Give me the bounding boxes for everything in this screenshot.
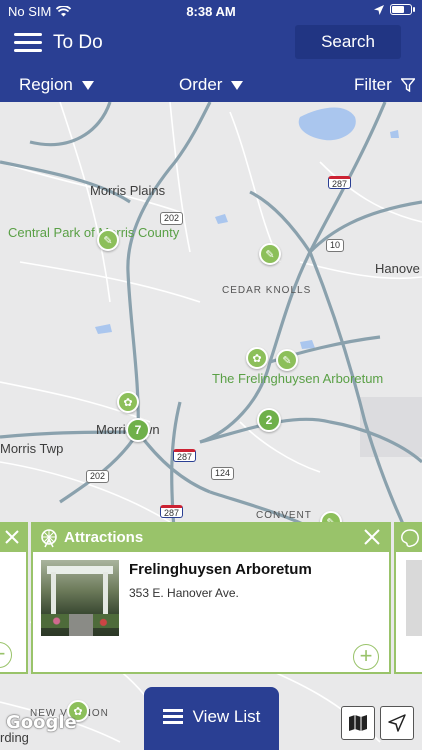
menu-icon[interactable] — [14, 32, 42, 54]
map-label-convent: CONVENT — [256, 510, 312, 521]
location-arrow-icon — [388, 714, 406, 732]
route-shield: 202 — [160, 212, 184, 225]
add-button[interactable]: + — [353, 644, 379, 670]
region-dropdown[interactable]: Region — [19, 75, 94, 95]
nav-bar: To Do Search — [0, 22, 422, 68]
place-name[interactable]: Frelinghuysen Arboretum — [129, 561, 312, 578]
page-title: To Do — [53, 32, 103, 53]
card-next[interactable] — [394, 522, 422, 674]
ferris-wheel-icon — [41, 529, 57, 548]
view-list-button[interactable]: View List — [144, 687, 279, 750]
chevron-down-icon — [81, 80, 94, 90]
place-card[interactable]: Attractions Frelinghuysen Arboretum 353 … — [31, 522, 391, 674]
funnel-icon — [400, 78, 415, 92]
palette-icon — [401, 529, 419, 548]
status-right — [374, 4, 415, 15]
route-shield: 287 — [328, 176, 352, 189]
route-shield: 124 — [211, 467, 235, 480]
region-label: Region — [19, 75, 73, 94]
battery-icon — [390, 4, 415, 15]
my-location-button[interactable] — [380, 706, 414, 740]
order-dropdown[interactable]: Order — [179, 75, 244, 95]
map-icon — [349, 715, 367, 731]
map-cluster-pin[interactable]: 2 — [257, 408, 281, 432]
map-pin-attraction[interactable]: ✿ — [117, 391, 139, 413]
location-arrow-icon — [374, 4, 384, 15]
map-pin-attraction[interactable]: ✎ — [259, 243, 281, 265]
status-time: 8:38 AM — [186, 4, 236, 19]
google-attribution: Google — [6, 712, 77, 733]
list-icon — [162, 708, 183, 725]
map-label-arboretum: The Frelinghuysen Arboretum — [212, 371, 384, 386]
card-header: Attractions — [33, 524, 389, 552]
map-label-hanover: Hanove — [375, 261, 420, 276]
chevron-down-icon — [231, 80, 244, 90]
card-previous[interactable]: + — [0, 522, 28, 674]
status-bar: No SIM 8:38 AM — [0, 0, 422, 22]
card-header — [0, 524, 26, 552]
place-photo[interactable] — [406, 560, 422, 636]
search-button[interactable]: Search — [295, 25, 401, 59]
add-button[interactable]: + — [0, 642, 12, 668]
map-cluster-pin[interactable]: 7 — [126, 418, 150, 442]
filter-button[interactable]: Filter — [354, 75, 415, 95]
map-type-button[interactable] — [341, 706, 375, 740]
place-address: 353 E. Hanover Ave. — [129, 586, 239, 600]
order-label: Order — [179, 75, 223, 94]
map-pin-attraction[interactable]: ✎ — [97, 229, 119, 251]
map-label-cedar-knolls: CEDAR KNOLLS — [222, 285, 312, 296]
map-label-central-park: Central Park of Morris County — [8, 225, 180, 240]
map-pin-attraction[interactable]: ✿ — [246, 347, 268, 369]
view-list-label: View List — [192, 706, 261, 726]
filter-bar: Region Order Filter — [0, 68, 422, 102]
route-shield: 287 — [160, 505, 184, 518]
card-category: Attractions — [64, 529, 144, 546]
map-label-morris-twp: Morris Twp — [0, 441, 64, 456]
map-label-morris-plains: Morris Plains — [90, 183, 166, 198]
card-header — [396, 524, 422, 552]
map-pin-attraction[interactable]: ✎ — [276, 349, 298, 371]
route-shield: 202 — [86, 470, 110, 483]
filter-label: Filter — [354, 75, 392, 94]
close-icon[interactable] — [363, 527, 381, 547]
place-photo[interactable] — [41, 560, 119, 636]
close-icon[interactable] — [4, 529, 20, 545]
route-shield: 287 — [173, 449, 197, 462]
route-shield: 10 — [326, 239, 345, 252]
